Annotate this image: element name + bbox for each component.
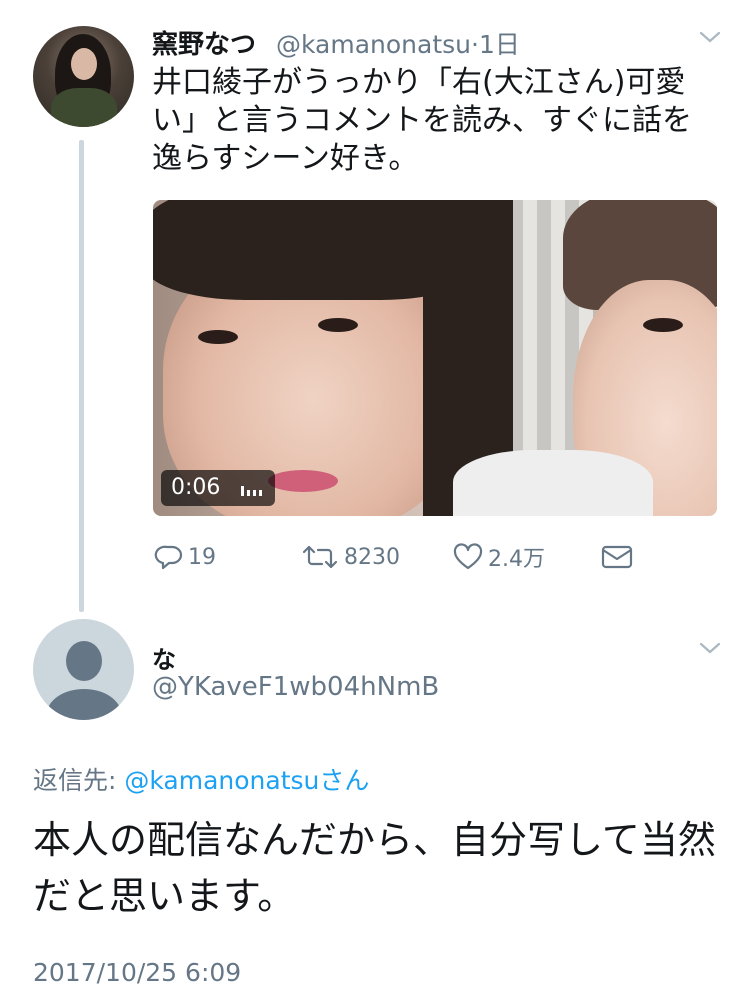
- video-eye: [643, 318, 683, 332]
- reply-to-prefix: 返信先:: [33, 766, 125, 795]
- thread-connector-line: [79, 140, 84, 612]
- replier-name[interactable]: な: [152, 640, 176, 675]
- like-count: 2.4万: [488, 547, 545, 572]
- replier-handle[interactable]: @YKaveF1wb04hNmB: [152, 672, 439, 702]
- like-button[interactable]: 2.4万: [452, 540, 545, 574]
- default-avatar-shoulders-icon: [47, 689, 121, 720]
- video-duration: 0:06: [171, 475, 221, 500]
- reply-to-line: 返信先: @kamanonatsuさん: [33, 761, 369, 797]
- message-icon: [600, 543, 634, 571]
- author-avatar[interactable]: [33, 26, 134, 127]
- reply-icon: [154, 543, 184, 571]
- reply-to-mention[interactable]: @kamanonatsuさん: [124, 766, 369, 795]
- video-shirt: [453, 450, 653, 516]
- video-lips: [268, 470, 338, 492]
- author-handle-line: @kamanonatsu·1日: [276, 25, 520, 61]
- message-button[interactable]: [600, 540, 634, 574]
- like-icon: [452, 543, 484, 571]
- reply-count: 19: [188, 544, 216, 570]
- video-duration-badge: 0:06: [161, 470, 275, 506]
- video-eye: [198, 330, 238, 344]
- tweet-text: 井口綾子がうっかり「右(大江さん)可愛い」と言うコメントを読み、すぐに話を逸らす…: [152, 65, 692, 176]
- author-handle[interactable]: @kamanonatsu: [276, 30, 471, 59]
- reply-text: 本人の配信なんだから、自分写して当然だと思います。: [33, 818, 716, 918]
- audio-bars-icon: [241, 482, 265, 496]
- video-eye: [318, 318, 358, 332]
- default-avatar-head-icon: [66, 641, 102, 681]
- chevron-down-icon[interactable]: [698, 637, 722, 662]
- author-name[interactable]: 窯野なつ: [152, 24, 256, 61]
- separator-dot: ·: [471, 30, 479, 59]
- chevron-down-icon[interactable]: [698, 26, 722, 51]
- avatar-body: [51, 88, 117, 127]
- retweet-icon: [300, 543, 340, 571]
- retweet-count: 8230: [344, 544, 400, 570]
- tweet-time[interactable]: 1日: [479, 30, 520, 59]
- avatar-face: [71, 48, 97, 80]
- replier-avatar[interactable]: [33, 619, 134, 720]
- reply-button[interactable]: 19: [154, 540, 216, 574]
- reply-timestamp[interactable]: 2017/10/25 6:09: [33, 958, 241, 987]
- video-player[interactable]: 0:06: [153, 200, 717, 516]
- retweet-button[interactable]: 8230: [300, 540, 400, 574]
